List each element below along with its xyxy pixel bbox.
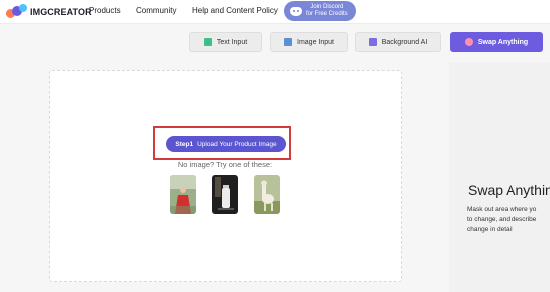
upload-button-label: Upload Your Product Image xyxy=(197,140,277,148)
discord-label-line2: for Free Credits xyxy=(306,11,348,17)
sample-image-3[interactable] xyxy=(254,175,280,214)
join-discord-button[interactable]: Join Discord for Free Credits xyxy=(284,1,356,21)
image-input-button[interactable]: Image Input xyxy=(270,32,348,52)
sample-image-1[interactable] xyxy=(170,175,196,214)
image-input-icon xyxy=(284,38,293,46)
background-ai-label: Background AI xyxy=(381,38,428,46)
panel-title: Swap Anythin xyxy=(468,182,550,198)
info-panel xyxy=(449,62,550,292)
text-input-icon xyxy=(203,38,212,46)
swap-anything-icon xyxy=(464,38,473,46)
nav-products[interactable]: Products xyxy=(89,6,121,15)
discord-icon xyxy=(290,6,302,16)
swap-anything-button[interactable]: Swap Anything xyxy=(450,32,543,52)
background-ai-button[interactable]: Background AI xyxy=(355,32,441,52)
text-input-button[interactable]: Text Input xyxy=(189,32,262,52)
nav-help-content-policy[interactable]: Help and Content Policy xyxy=(192,6,278,15)
text-input-label: Text Input xyxy=(216,38,248,46)
image-input-label: Image Input xyxy=(297,38,334,46)
top-navigation-bar: IMGCREATOR Products Community Help and C… xyxy=(0,0,550,24)
logo-icon xyxy=(6,4,28,20)
logo-text: IMGCREATOR xyxy=(30,7,92,17)
description-line-1: Mask out area where yo xyxy=(467,206,537,213)
upload-product-image-button[interactable]: Step1 Upload Your Product Image xyxy=(166,136,286,152)
description-line-3: change in detail xyxy=(467,226,513,233)
swap-anything-label: Swap Anything xyxy=(477,38,529,46)
no-image-hint: No image? Try one of these: xyxy=(177,160,273,169)
discord-label-line1: Join Discord xyxy=(310,4,344,10)
step-label: Step1 xyxy=(175,140,194,148)
description-line-2: to change, and describe xyxy=(467,216,537,223)
panel-description: Mask out area where yo to change, and de… xyxy=(467,205,550,235)
discord-button-label: Join Discord for Free Credits xyxy=(306,4,348,18)
sample-image-2[interactable] xyxy=(212,175,238,214)
background-ai-icon xyxy=(368,38,377,46)
nav-community[interactable]: Community xyxy=(136,6,176,15)
logo[interactable]: IMGCREATOR xyxy=(6,4,92,20)
